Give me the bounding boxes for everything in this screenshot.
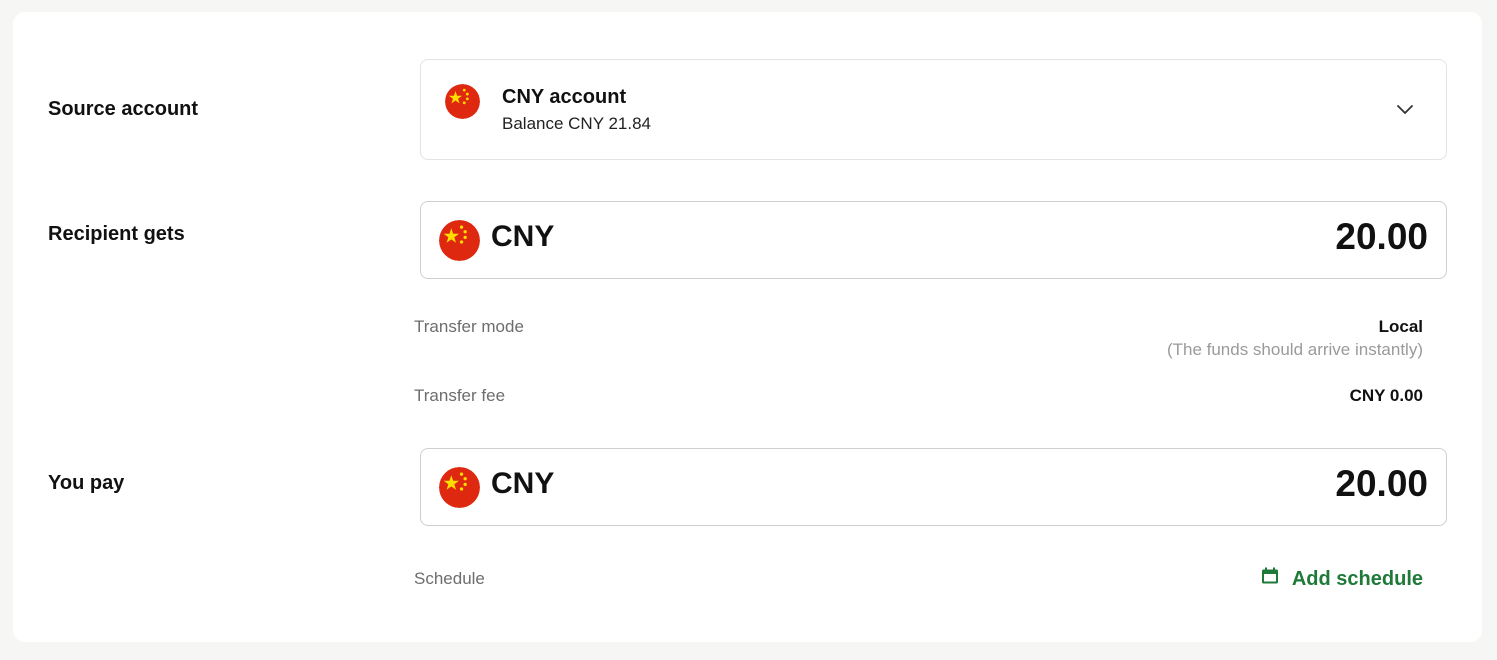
add-schedule-button[interactable]: Add schedule xyxy=(1260,566,1423,592)
add-schedule-label: Add schedule xyxy=(1291,567,1423,590)
recipient-currency-code[interactable]: CNY xyxy=(491,220,554,254)
recipient-amount-value[interactable]: 20.00 xyxy=(1335,216,1428,258)
transfer-mode-note: (The funds should arrive instantly) xyxy=(1166,340,1423,359)
transfer-form-card: Source account CNY account Balance CNY 2… xyxy=(13,12,1482,642)
source-account-label: Source account xyxy=(48,98,199,120)
pay-currency-code[interactable]: CNY xyxy=(491,467,554,501)
recipient-amount-field[interactable]: CNY 20.00 xyxy=(420,201,1447,279)
china-flag-icon xyxy=(445,84,480,119)
source-account-balance: Balance CNY 21.84 xyxy=(502,114,652,133)
transfer-mode-label: Transfer mode xyxy=(414,317,524,336)
source-account-select[interactable]: CNY account Balance CNY 21.84 xyxy=(420,59,1447,160)
transfer-fee-label: Transfer fee xyxy=(414,386,506,405)
chevron-down-icon[interactable] xyxy=(1394,98,1416,120)
source-account-name: CNY account xyxy=(502,86,627,108)
transfer-fee-value: CNY 0.00 xyxy=(1349,386,1423,405)
schedule-label: Schedule xyxy=(414,569,485,588)
recipient-gets-label: Recipient gets xyxy=(48,223,185,245)
transfer-mode-value: Local xyxy=(1378,317,1423,336)
calendar-icon xyxy=(1260,566,1280,592)
pay-amount-value[interactable]: 20.00 xyxy=(1335,463,1428,505)
china-flag-icon xyxy=(439,220,480,261)
you-pay-label: You pay xyxy=(48,472,125,494)
pay-amount-field[interactable]: CNY 20.00 xyxy=(420,448,1447,526)
china-flag-icon xyxy=(439,467,480,508)
